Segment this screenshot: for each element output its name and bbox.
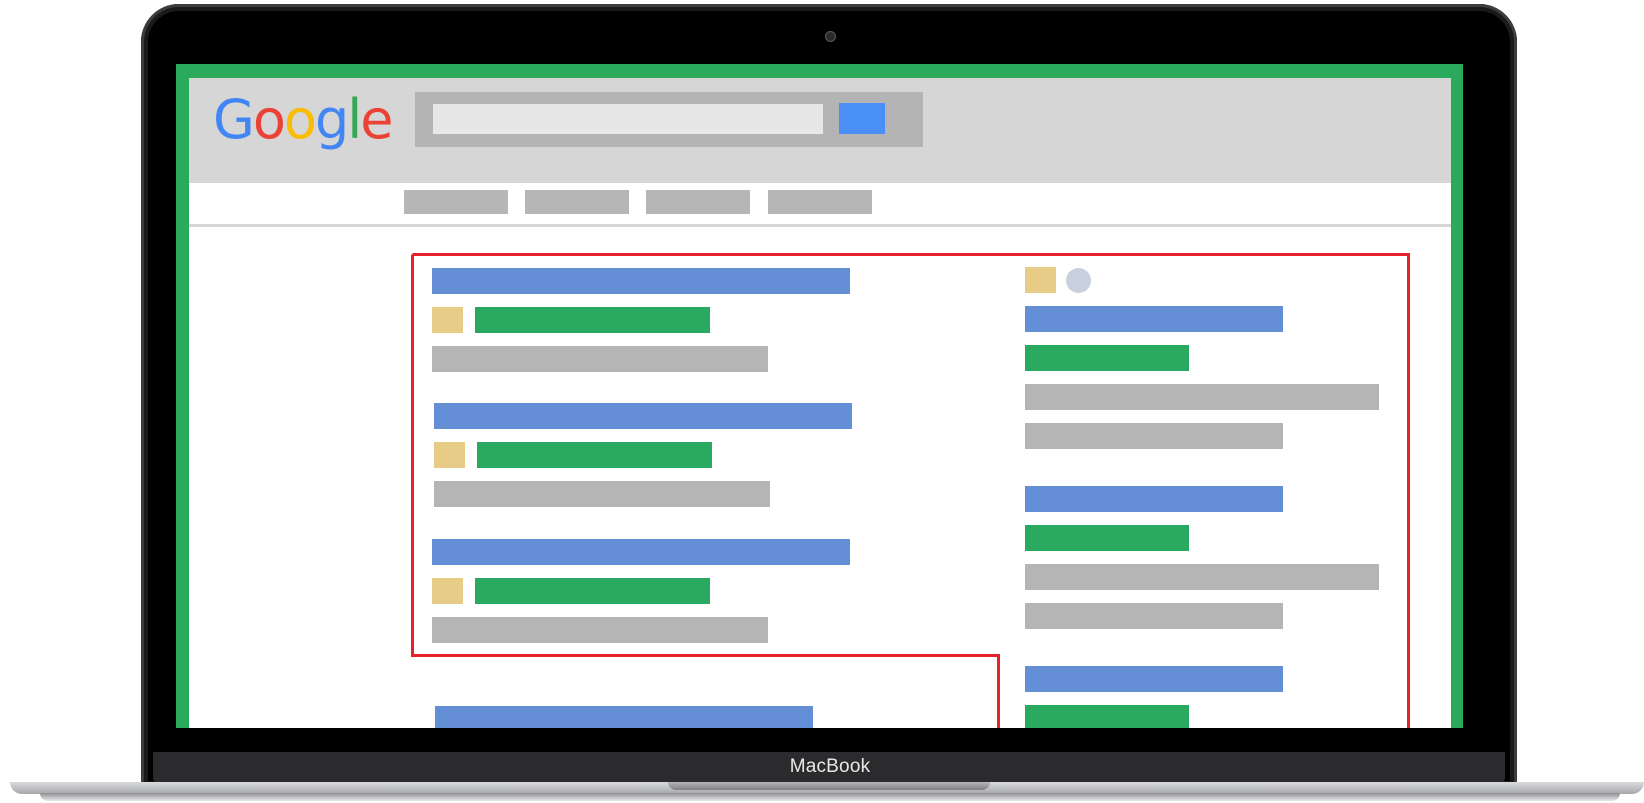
search-results-page: Google — [189, 78, 1451, 728]
laptop-opening-notch — [668, 782, 990, 790]
laptop-base-shadow — [40, 793, 1620, 801]
screen: Google — [176, 64, 1463, 728]
webcam-icon — [825, 31, 836, 42]
device-brand-label: MacBook — [789, 756, 871, 777]
highlight-outline — [411, 253, 1410, 728]
